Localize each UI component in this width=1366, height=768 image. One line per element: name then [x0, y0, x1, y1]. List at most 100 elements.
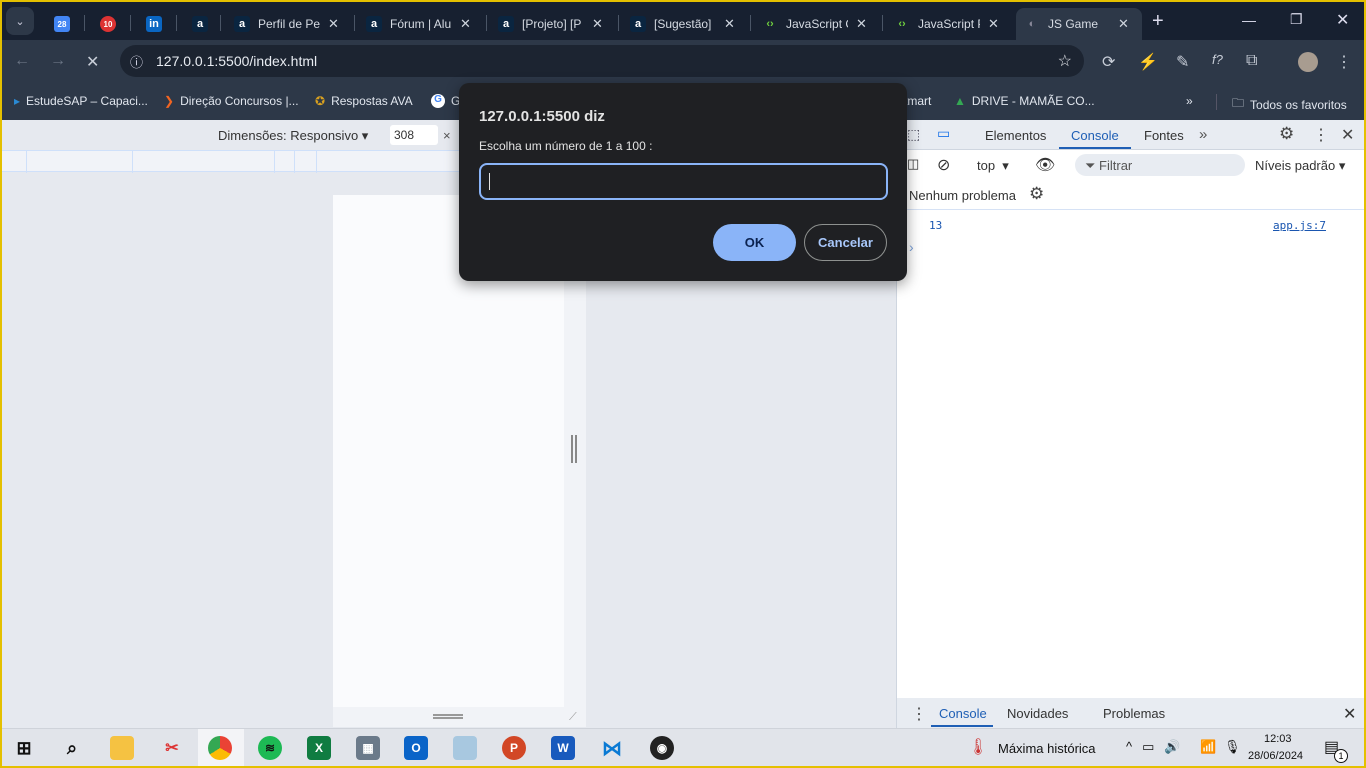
bookmark-respostas-ava[interactable]: ✪ Respostas AVA	[315, 94, 413, 108]
tab-js-game[interactable]: ◐ JS Game ✕	[1016, 8, 1142, 40]
corner-resize-icon[interactable]: ⟋	[569, 711, 577, 724]
new-tab-button[interactable]: +	[1152, 10, 1164, 33]
spotify-icon[interactable]: ≋	[258, 736, 282, 760]
clock-date[interactable]: 28/06/2024	[1248, 750, 1303, 762]
bookmark-estudesap[interactable]: ▸ EstudeSAP – Capaci...	[14, 94, 148, 108]
dialog-input[interactable]	[479, 163, 888, 200]
filter-input[interactable]: ⏷ Filtrar	[1075, 154, 1245, 176]
close-tab-icon[interactable]: ✕	[1118, 16, 1129, 32]
network-icon[interactable]: 📶	[1200, 739, 1216, 755]
close-tab-icon[interactable]: ✕	[328, 16, 339, 32]
word-icon[interactable]: W	[551, 736, 575, 760]
stop-icon[interactable]: ✕	[86, 52, 99, 72]
tab-forum[interactable]: a Fórum | Alu ✕	[358, 8, 479, 40]
vscode-icon[interactable]: ⋈	[600, 736, 624, 760]
forward-icon[interactable]: →	[50, 52, 66, 70]
minimize-button[interactable]: —	[1242, 12, 1256, 28]
source-link[interactable]: app.js:7	[1273, 219, 1326, 232]
context-select[interactable]: top ▾	[977, 158, 1009, 174]
snipping-tool-icon[interactable]: ✂	[160, 736, 184, 760]
tab-projeto[interactable]: a [Projeto] [P ✕	[490, 8, 611, 40]
bookmark-google[interactable]: GG	[431, 94, 460, 108]
drawer-menu-icon[interactable]: ⋮	[911, 704, 927, 724]
windows-start-icon[interactable]: ⊞	[12, 736, 36, 760]
console-settings-gear-icon[interactable]: ⚙	[1029, 184, 1044, 204]
search-icon[interactable]: ⌕	[60, 736, 84, 760]
drawer-tab-console[interactable]: Console	[939, 706, 987, 721]
tab-alura[interactable]: a	[184, 8, 216, 40]
ok-button[interactable]: OK	[713, 224, 796, 261]
cancel-button[interactable]: Cancelar	[804, 224, 887, 261]
eyedropper-extension-icon[interactable]: ✎	[1176, 52, 1189, 72]
clear-console-icon[interactable]: ⊘	[937, 155, 950, 175]
system-tray-icons[interactable]: ^▭🔊	[1126, 739, 1191, 755]
close-drawer-icon[interactable]: ✕	[1343, 704, 1356, 724]
extension-icon[interactable]: ⚡	[1138, 52, 1158, 72]
close-devtools-icon[interactable]: ✕	[1341, 125, 1354, 145]
weather-widget[interactable]: Máxima histórica	[998, 741, 1096, 756]
inspect-element-icon[interactable]: ⬚	[907, 126, 920, 143]
sidebar-toggle-icon[interactable]: ◫	[907, 156, 919, 172]
tab-linkedin[interactable]: in	[138, 8, 170, 40]
tab-fontes[interactable]: Fontes	[1144, 128, 1184, 143]
drawer-tab-novidades[interactable]: Novidades	[1007, 706, 1068, 721]
excel-icon[interactable]: X	[307, 736, 331, 760]
site-info-icon[interactable]: ⓘ	[130, 52, 143, 71]
bookmark-hotmart[interactable]: tmart	[904, 94, 931, 108]
filter-icon: ⏷	[1085, 158, 1096, 173]
tab-sugestao[interactable]: a [Sugestão] ✕	[622, 8, 743, 40]
close-tab-icon[interactable]: ✕	[592, 16, 603, 32]
device-toggle-icon[interactable]: ▭	[937, 125, 950, 142]
obs-icon[interactable]: ◉	[650, 736, 674, 760]
console-prompt[interactable]: ›	[909, 239, 914, 255]
settings-gear-icon[interactable]: ⚙	[1279, 124, 1294, 144]
issues-count[interactable]: Nenhum problema	[909, 188, 1016, 203]
bookmark-drive[interactable]: ▲ DRIVE - MAMÃE CO...	[954, 94, 1095, 108]
calendar-icon: 28	[54, 16, 70, 32]
sync-extension-icon[interactable]: ⟳	[1102, 52, 1115, 72]
drawer-tab-problemas[interactable]: Problemas	[1103, 706, 1165, 721]
powerpoint-icon[interactable]: P	[502, 736, 526, 760]
clock-time[interactable]: 12:03	[1264, 733, 1292, 745]
bookmark-star-icon[interactable]: ☆	[1058, 51, 1072, 71]
dimensions-select[interactable]: Dimensões: Responsivo ▾	[218, 128, 368, 144]
tab-console[interactable]: Console	[1071, 128, 1119, 143]
profile-avatar[interactable]	[1298, 52, 1318, 72]
chrome-icon[interactable]	[208, 736, 232, 760]
folder-icon: 🗀	[1232, 96, 1245, 110]
close-tab-icon[interactable]: ✕	[988, 16, 999, 32]
tab-notifications[interactable]: 10	[92, 8, 124, 40]
close-tab-icon[interactable]: ✕	[856, 16, 867, 32]
address-bar[interactable]: ⓘ 127.0.0.1:5500/index.html ☆	[120, 45, 1084, 77]
all-bookmarks[interactable]: 🗀 Todos os favoritos	[1232, 94, 1347, 115]
live-expression-eye-icon[interactable]: 👁	[1035, 155, 1055, 175]
more-tabs-icon[interactable]: »	[1199, 126, 1207, 143]
width-input[interactable]: 308	[390, 125, 438, 145]
tab-search-button[interactable]: ⌄	[6, 7, 34, 35]
bottom-resize-handle[interactable]: ⟋	[333, 707, 586, 727]
microphone-icon[interactable]: 🎙	[1224, 739, 1241, 755]
direcao-icon: ❯	[164, 94, 175, 108]
close-tab-icon[interactable]: ✕	[724, 16, 735, 32]
font-extension-icon[interactable]: f?	[1212, 52, 1223, 67]
file-explorer-icon[interactable]	[110, 736, 134, 760]
restore-button[interactable]: ❐	[1290, 11, 1303, 28]
back-icon[interactable]: ←	[14, 52, 30, 70]
notepad-icon[interactable]	[453, 736, 477, 760]
tab-javascript-2[interactable]: ‹› JavaScript P ✕	[886, 8, 1007, 40]
menu-kebab-icon[interactable]: ⋮	[1336, 52, 1352, 72]
more-bookmarks-icon[interactable]: »	[1186, 94, 1193, 108]
log-levels-select[interactable]: Níveis padrão ▾	[1255, 158, 1345, 174]
close-tab-icon[interactable]: ✕	[460, 16, 471, 32]
close-window-button[interactable]: ✕	[1336, 10, 1349, 30]
tab-javascript-1[interactable]: ‹› JavaScript C ✕	[754, 8, 875, 40]
url-text[interactable]: 127.0.0.1:5500/index.html	[156, 53, 317, 69]
devtools-menu-icon[interactable]: ⋮	[1313, 125, 1329, 145]
tab-elementos[interactable]: Elementos	[985, 128, 1046, 143]
tab-calendar[interactable]: 28	[46, 8, 78, 40]
tab-perfil[interactable]: a Perfil de Pe ✕	[226, 8, 347, 40]
calculator-icon[interactable]: ▦	[356, 736, 380, 760]
outlook-icon[interactable]: O	[404, 736, 428, 760]
bookmark-direcao[interactable]: ❯ Direção Concursos |...	[164, 94, 299, 108]
extensions-puzzle-icon[interactable]: ⧉	[1246, 52, 1257, 70]
